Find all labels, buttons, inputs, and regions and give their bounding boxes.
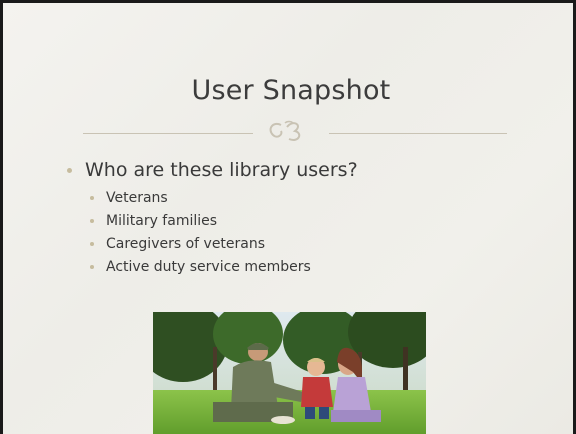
slide-title: User Snapshot [191, 75, 391, 106]
sub-bullet-list: Veterans Military families Caregivers of… [63, 187, 358, 279]
sub-bullet-text: Veterans [106, 190, 168, 206]
sub-bullet-text: Active duty service members [106, 259, 311, 275]
bullet-dot-icon [90, 196, 94, 200]
family-photo [153, 312, 426, 434]
main-bullet: Who are these library users? [63, 157, 358, 183]
main-bullet-text: Who are these library users? [85, 159, 358, 181]
bullet-dot-icon [90, 242, 94, 246]
sub-bullet: Veterans [63, 187, 358, 210]
bullet-dot-icon [90, 265, 94, 269]
sub-bullet: Caregivers of veterans [63, 233, 358, 256]
bullet-dot-icon [67, 168, 72, 173]
sub-bullet: Active duty service members [63, 256, 358, 279]
ornament-divider-left [83, 133, 253, 134]
scroll-flourish-icon [269, 120, 301, 141]
bullet-list: Who are these library users? Veterans Mi… [63, 157, 358, 279]
bullet-dot-icon [90, 219, 94, 223]
sub-bullet-text: Caregivers of veterans [106, 236, 266, 252]
sub-bullet-text: Military families [106, 213, 218, 229]
sub-bullet: Military families [63, 210, 358, 233]
ornament-divider-right [329, 133, 507, 134]
slide: User Snapshot Who are these library user… [0, 0, 576, 434]
